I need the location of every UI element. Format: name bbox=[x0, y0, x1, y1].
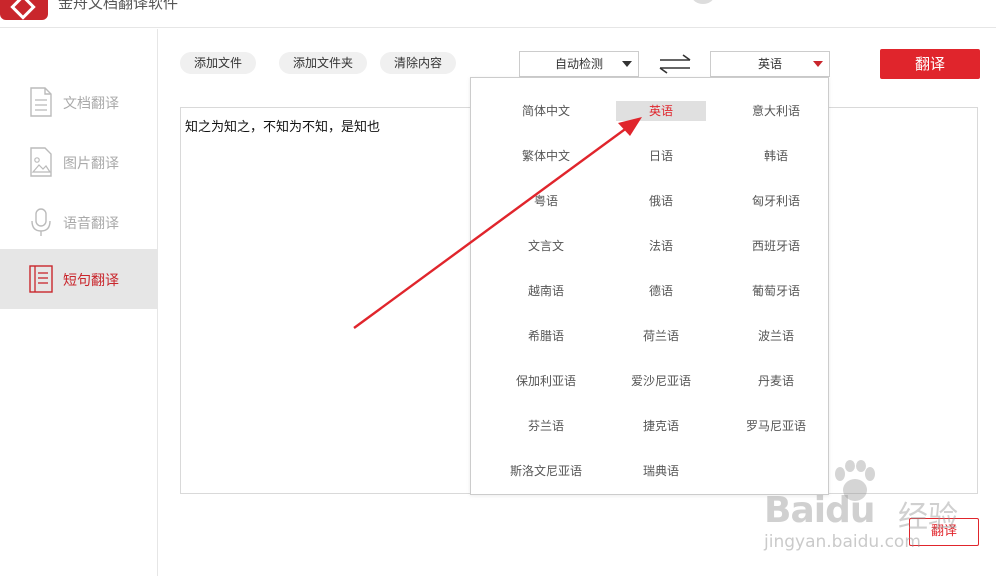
sidebar-item-label: 图片翻译 bbox=[63, 156, 119, 172]
source-text: 知之为知之，不知为不知，是知也 bbox=[185, 120, 381, 135]
source-language-select[interactable]: 自动检测 bbox=[519, 51, 639, 77]
language-option[interactable]: 意大利语 bbox=[721, 101, 831, 121]
language-option[interactable]: 波兰语 bbox=[721, 326, 831, 346]
clear-content-button[interactable]: 清除内容 bbox=[380, 52, 457, 74]
language-option[interactable]: 匈牙利语 bbox=[721, 191, 831, 211]
language-option[interactable]: 丹麦语 bbox=[721, 371, 831, 391]
language-option[interactable]: 韩语 bbox=[721, 146, 831, 166]
watermark-url: jingyan.baidu.com bbox=[764, 532, 921, 552]
app-title: 金舟文档翻译软件 bbox=[58, 0, 179, 12]
swap-languages-icon[interactable] bbox=[659, 54, 691, 74]
language-option[interactable]: 文言文 bbox=[491, 236, 601, 256]
bottom-translate-button[interactable]: 翻译 bbox=[909, 518, 979, 546]
image-icon bbox=[30, 147, 52, 177]
language-option[interactable]: 俄语 bbox=[606, 191, 716, 211]
language-option[interactable]: 葡萄牙语 bbox=[721, 281, 831, 301]
language-option[interactable]: 希腊语 bbox=[491, 326, 601, 346]
microphone-icon bbox=[31, 208, 51, 236]
chevron-down-icon bbox=[813, 61, 823, 67]
language-dropdown: 简体中文 英语 意大利语 繁体中文 日语 韩语 粤语 俄语 匈牙利语 文言文 法… bbox=[470, 77, 829, 495]
language-option[interactable]: 日语 bbox=[606, 146, 716, 166]
sidebar-item-voice-translate[interactable]: 语音翻译 bbox=[0, 192, 158, 252]
language-option[interactable]: 德语 bbox=[606, 281, 716, 301]
language-option-selected[interactable]: 英语 bbox=[616, 101, 706, 121]
language-option[interactable]: 罗马尼亚语 bbox=[721, 416, 831, 436]
language-option[interactable]: 瑞典语 bbox=[606, 461, 716, 481]
language-option[interactable]: 繁体中文 bbox=[491, 146, 601, 166]
language-option[interactable]: 捷克语 bbox=[606, 416, 716, 436]
app-logo bbox=[0, 0, 48, 20]
target-language-value: 英语 bbox=[757, 57, 782, 71]
language-option[interactable]: 芬兰语 bbox=[491, 416, 601, 436]
add-file-button[interactable]: 添加文件 bbox=[180, 52, 257, 74]
language-option[interactable]: 西班牙语 bbox=[721, 236, 831, 256]
source-language-value: 自动检测 bbox=[554, 57, 603, 71]
language-option[interactable]: 法语 bbox=[606, 236, 716, 256]
language-option[interactable]: 粤语 bbox=[491, 191, 601, 211]
target-language-select[interactable]: 英语 bbox=[710, 51, 830, 77]
language-option[interactable]: 荷兰语 bbox=[606, 326, 716, 346]
language-option[interactable]: 越南语 bbox=[491, 281, 601, 301]
language-option[interactable]: 简体中文 bbox=[491, 101, 601, 121]
language-option[interactable]: 斯洛文尼亚语 bbox=[491, 461, 601, 481]
sidebar-item-sentence-translate[interactable]: 短句翻译 bbox=[0, 249, 158, 309]
language-option[interactable]: 爱沙尼亚语 bbox=[606, 371, 716, 391]
sidebar-item-label: 语音翻译 bbox=[63, 216, 119, 232]
sidebar-item-label: 文档翻译 bbox=[63, 96, 119, 112]
add-folder-button[interactable]: 添加文件夹 bbox=[279, 52, 368, 74]
document-icon bbox=[30, 87, 52, 117]
chevron-down-icon bbox=[622, 61, 632, 67]
title-bar: 金舟文档翻译软件 bbox=[0, 0, 996, 28]
title-bar-control-icon[interactable] bbox=[692, 0, 714, 4]
sentence-icon bbox=[29, 265, 53, 293]
language-option[interactable]: 保加利亚语 bbox=[491, 371, 601, 391]
sidebar-item-image-translate[interactable]: 图片翻译 bbox=[0, 132, 158, 192]
translate-button[interactable]: 翻译 bbox=[880, 49, 980, 79]
sidebar-item-label: 短句翻译 bbox=[63, 273, 119, 289]
sidebar: 文档翻译 图片翻译 语音翻译 短句翻译 bbox=[0, 29, 158, 576]
sidebar-item-document-translate[interactable]: 文档翻译 bbox=[0, 72, 158, 132]
watermark-brand: Baidu bbox=[764, 490, 875, 531]
